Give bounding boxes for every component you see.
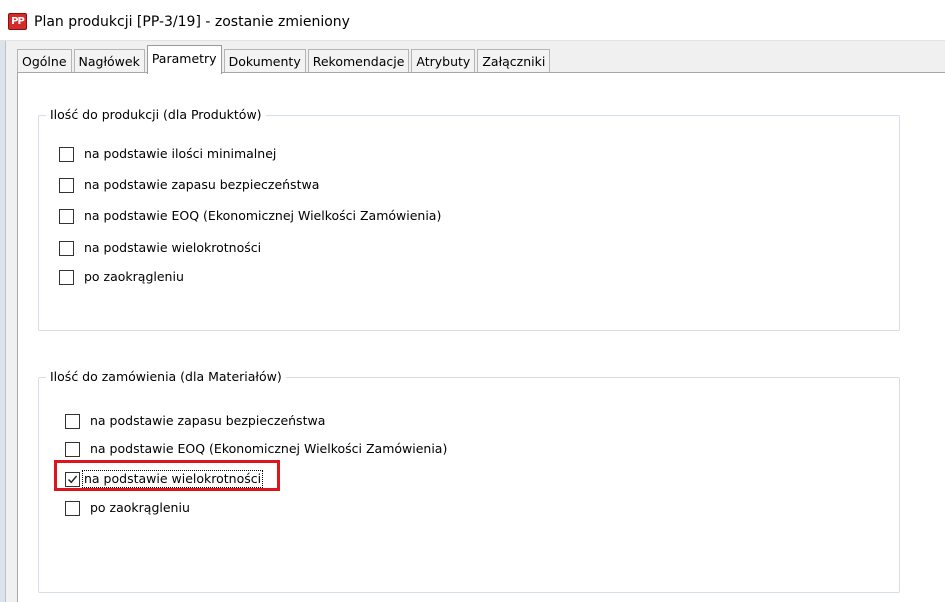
option-materials-eoq[interactable]: na podstawie EOQ (Ekonomicznej Wielkości… [65, 440, 447, 458]
checkbox[interactable] [59, 146, 74, 162]
group-products-legend: Ilość do produkcji (dla Produktów) [46, 107, 266, 123]
tab-dokumenty[interactable]: Dokumenty [223, 49, 306, 73]
tab-atrybuty[interactable]: Atrybuty [411, 49, 476, 73]
left-pane-edge [0, 41, 6, 602]
option-products-multiplicity[interactable]: na podstawie wielokrotności [59, 239, 261, 257]
tab-strip: Ogólne Nagłówek Parametry Dokumenty Reko… [17, 44, 552, 74]
option-products-safety-stock[interactable]: na podstawie zapasu bezpieczeństwa [59, 176, 319, 194]
checkbox-label: po zaokrągleniu [90, 500, 190, 515]
option-products-min-qty[interactable]: na podstawie ilości minimalnej [59, 145, 276, 163]
title-bar: PP Plan produkcji [PP-3/19] - zostanie z… [0, 0, 945, 41]
tab-panel-parametry: Ilość do produkcji (dla Produktów) na po… [17, 72, 945, 602]
checkbox-label: na podstawie wielokrotności [81, 470, 264, 488]
option-materials-rounding[interactable]: po zaokrągleniu [65, 499, 190, 517]
app-logo-icon: PP [8, 13, 27, 30]
tab-parametry[interactable]: Parametry [146, 45, 222, 74]
group-materials-legend: Ilość do zamówienia (dla Materiałów) [46, 369, 286, 385]
checkbox[interactable] [59, 208, 74, 224]
tab-ogolne[interactable]: Ogólne [17, 49, 72, 73]
tab-zalaczniki[interactable]: Załączniki [477, 49, 551, 73]
checkbox-label: na podstawie zapasu bezpieczeństwa [84, 177, 320, 192]
option-materials-safety-stock[interactable]: na podstawie zapasu bezpieczeństwa [65, 412, 325, 430]
checkbox[interactable] [65, 441, 80, 457]
checkmark-icon [68, 475, 78, 483]
option-products-eoq[interactable]: na podstawie EOQ (Ekonomicznej Wielkości… [59, 207, 441, 225]
group-materials: Ilość do zamówienia (dla Materiałów) na … [38, 369, 900, 593]
option-materials-multiplicity[interactable]: na podstawie wielokrotności [65, 470, 264, 488]
checkbox[interactable] [65, 500, 80, 516]
checkbox-label: na podstawie EOQ (Ekonomicznej Wielkości… [84, 208, 442, 223]
checkbox-label: na podstawie EOQ (Ekonomicznej Wielkości… [90, 441, 448, 456]
checkbox-label: na podstawie wielokrotności [84, 240, 262, 255]
checkbox[interactable] [59, 240, 74, 256]
checkbox[interactable] [65, 413, 80, 429]
tab-naglowek[interactable]: Nagłówek [73, 49, 145, 73]
checkbox-checked[interactable] [65, 471, 80, 487]
window-title: Plan produkcji [PP-3/19] - zostanie zmie… [34, 14, 350, 30]
checkbox[interactable] [59, 177, 74, 193]
app-window: PP Plan produkcji [PP-3/19] - zostanie z… [0, 0, 945, 602]
checkbox-label: na podstawie zapasu bezpieczeństwa [90, 413, 326, 428]
checkbox-label: na podstawie ilości minimalnej [84, 146, 277, 161]
checkbox-label: po zaokrągleniu [84, 269, 184, 284]
checkbox[interactable] [59, 269, 74, 285]
group-products: Ilość do produkcji (dla Produktów) na po… [38, 107, 900, 331]
tab-rekomendacje[interactable]: Rekomendacje [307, 49, 410, 73]
option-products-rounding[interactable]: po zaokrągleniu [59, 268, 184, 286]
